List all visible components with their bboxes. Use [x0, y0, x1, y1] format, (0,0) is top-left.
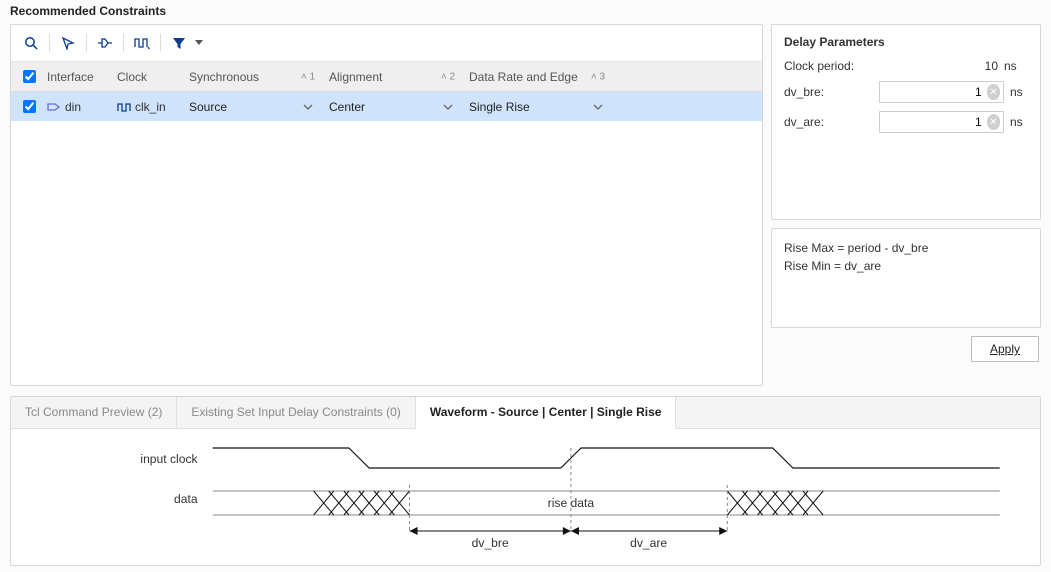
unit-ns: ns [1004, 85, 1028, 99]
delay-parameters-panel: Delay Parameters Clock period: 10 ns dv_… [771, 24, 1041, 220]
clock-period-value: 10 [879, 59, 1004, 73]
chevron-down-icon [443, 104, 453, 110]
row-check[interactable] [23, 100, 36, 113]
col-check[interactable] [11, 62, 39, 92]
synchronous-select[interactable]: Source [189, 100, 313, 114]
toolbar-separator [86, 34, 87, 52]
alignment-select[interactable]: Center [329, 100, 453, 114]
clock-name: clk_in [135, 100, 166, 114]
dv-bre-input-field[interactable] [880, 85, 984, 99]
bottom-tabs: Tcl Command Preview (2) Existing Set Inp… [10, 396, 1041, 566]
waveform-area: input clock data rise data [11, 429, 1040, 561]
table-row[interactable]: din clk_in Source [11, 92, 762, 122]
constraints-panel: Interface Clock Synchronous˄ 1 Alignment… [10, 24, 763, 386]
clear-icon[interactable]: ✕ [987, 114, 1000, 130]
constraints-table: Interface Clock Synchronous˄ 1 Alignment… [11, 62, 762, 121]
toolbar-separator [123, 34, 124, 52]
formula-line: Rise Min = dv_are [784, 257, 1028, 275]
tab-waveform[interactable]: Waveform - Source | Center | Single Rise [416, 397, 677, 429]
sort-indicator: ˄ 2 [441, 71, 455, 82]
dv-are-input[interactable]: ✕ [879, 111, 1004, 133]
tab-tcl-preview[interactable]: Tcl Command Preview (2) [11, 397, 177, 428]
unit-ns: ns [1004, 115, 1028, 129]
datarate-select[interactable]: Single Rise [469, 100, 603, 114]
filter-icon[interactable] [167, 31, 191, 55]
dv-bre-input[interactable]: ✕ [879, 81, 1004, 103]
chevron-down-icon [593, 104, 603, 110]
label-dv-are: dv_are [630, 536, 667, 550]
chevron-down-icon [303, 104, 313, 110]
dv-are-input-field[interactable] [880, 115, 984, 129]
sort-indicator: ˄ 1 [301, 71, 315, 82]
label-dv-bre: dv_bre [472, 536, 509, 550]
label-data: data [174, 492, 198, 506]
col-synchronous[interactable]: Synchronous˄ 1 [181, 62, 321, 92]
dv-are-label: dv_are: [784, 115, 879, 129]
tab-existing-constraints[interactable]: Existing Set Input Delay Constraints (0) [177, 397, 415, 428]
col-datarate[interactable]: Data Rate and Edge˄ 3 [461, 62, 611, 92]
unit-ns: ns [1004, 59, 1028, 73]
clock-icon [117, 101, 131, 113]
delay-parameters-title: Delay Parameters [784, 35, 1028, 49]
check-all[interactable] [23, 70, 36, 83]
col-clock[interactable]: Clock [109, 62, 181, 92]
apply-button[interactable]: Apply [971, 336, 1039, 362]
cursor-icon[interactable] [56, 31, 80, 55]
formula-line: Rise Max = period - dv_bre [784, 239, 1028, 257]
toolbar-separator [49, 34, 50, 52]
schematic-icon[interactable] [93, 31, 117, 55]
label-input-clock: input clock [140, 452, 198, 466]
col-alignment[interactable]: Alignment˄ 2 [321, 62, 461, 92]
col-interface[interactable]: Interface [39, 62, 109, 92]
formula-panel: Rise Max = period - dv_bre Rise Min = dv… [771, 228, 1041, 328]
clock-period-label: Clock period: [784, 59, 879, 73]
clear-icon[interactable]: ✕ [987, 84, 1000, 100]
toolbar [11, 25, 762, 62]
dv-bre-label: dv_bre: [784, 85, 879, 99]
filter-menu-icon[interactable] [193, 31, 205, 55]
waveform-icon[interactable] [130, 31, 154, 55]
toolbar-separator [160, 34, 161, 52]
input-port-icon [47, 101, 61, 113]
interface-name: din [65, 100, 81, 114]
search-icon[interactable] [19, 31, 43, 55]
page-title: Recommended Constraints [0, 0, 1051, 24]
sort-indicator: ˄ 3 [591, 71, 605, 82]
